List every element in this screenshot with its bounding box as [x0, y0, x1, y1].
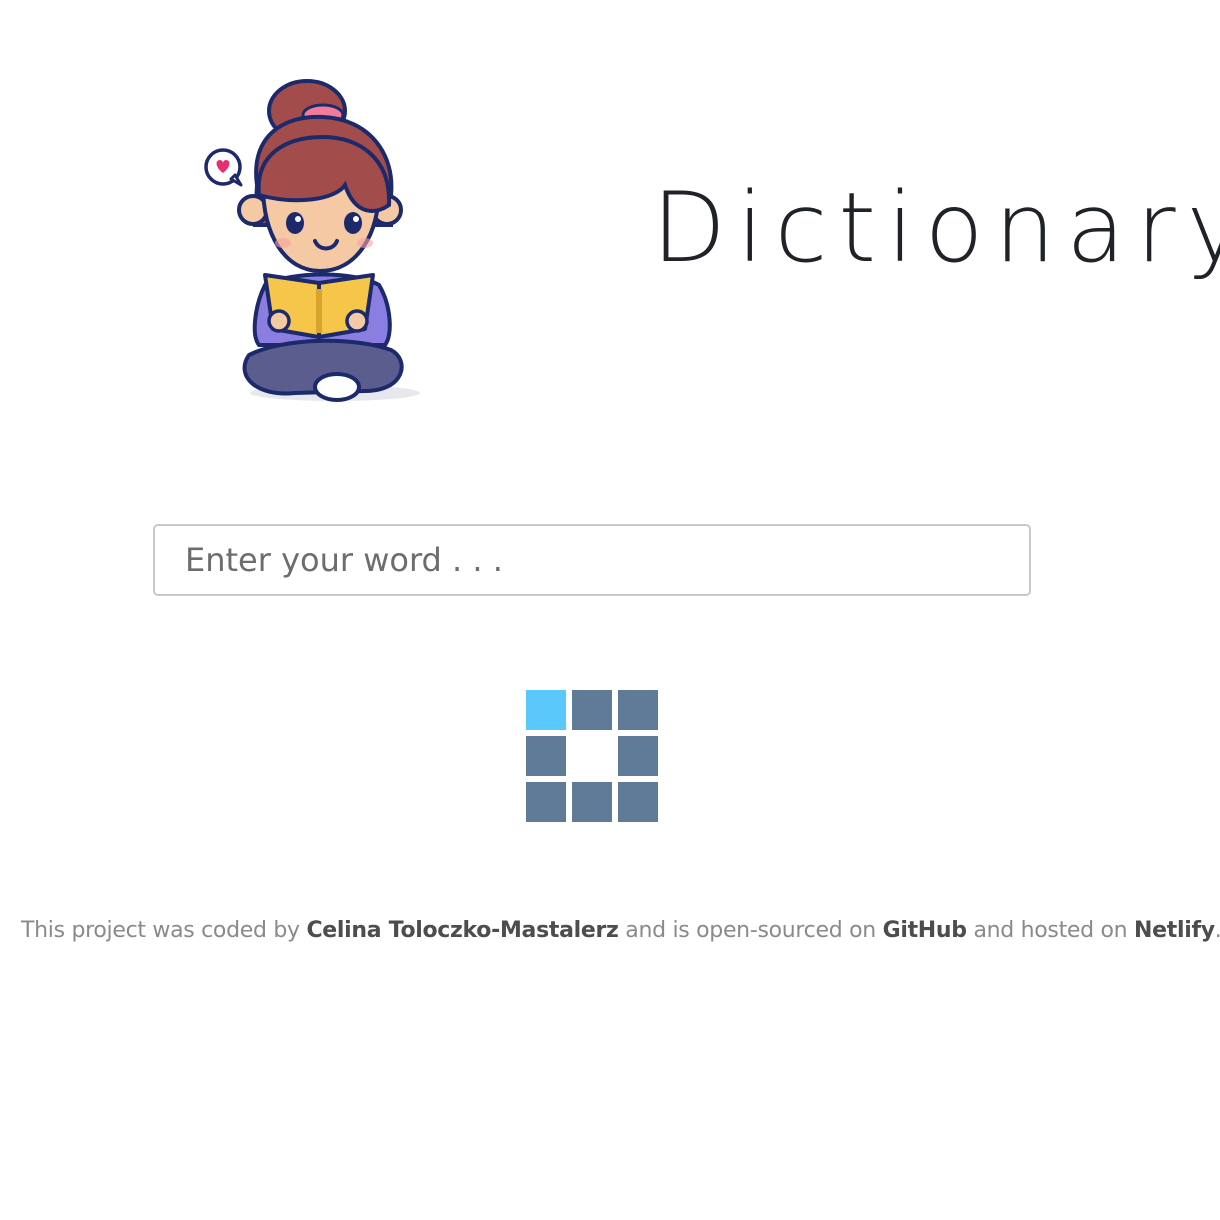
loader-cell	[526, 736, 566, 776]
footer-text: .	[1215, 918, 1220, 943]
footer-text: and hosted on	[973, 918, 1128, 943]
author-link[interactable]: Celina Toloczko-Mastalerz	[306, 918, 618, 943]
footer: This project was coded by Celina Toloczk…	[21, 918, 1220, 943]
girl-reading-illustration	[204, 79, 420, 402]
github-link[interactable]: GitHub	[883, 918, 967, 943]
loader-cell	[572, 782, 612, 822]
netlify-link[interactable]: Netlify	[1134, 918, 1215, 943]
loader-cell	[572, 690, 612, 730]
heart-speech-bubble-icon	[204, 148, 243, 187]
loader-cell	[526, 782, 566, 822]
page-title: Dictionary	[652, 172, 1220, 284]
footer-text: and is open-sourced on	[625, 918, 876, 943]
loading-spinner	[526, 690, 658, 822]
loader-cell	[618, 690, 658, 730]
loader-cell	[526, 690, 566, 730]
loader-cell	[618, 736, 658, 776]
footer-text: This project was coded by	[21, 918, 300, 943]
loader-cell	[618, 782, 658, 822]
search-input[interactable]	[153, 524, 1031, 596]
